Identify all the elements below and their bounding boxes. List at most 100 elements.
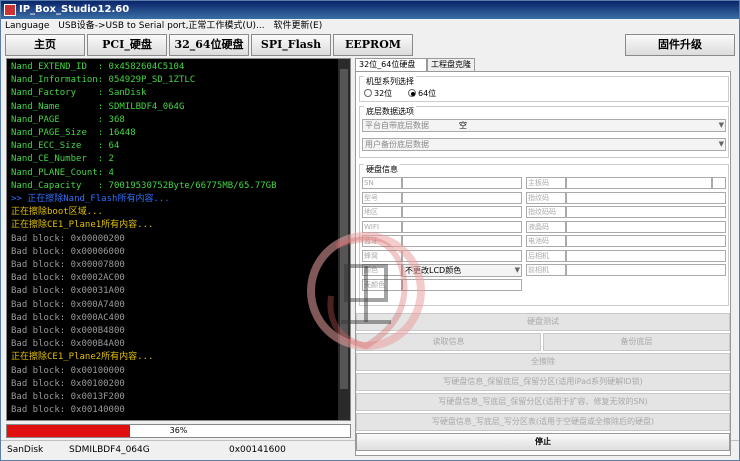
backup-button[interactable]: 备份底层 bbox=[543, 333, 730, 351]
log-line: >> 正在擦除Nand_Flash所有内容... bbox=[11, 194, 170, 205]
platform-data-value: 空 bbox=[459, 121, 467, 130]
disk-field-input[interactable] bbox=[566, 235, 726, 247]
base-data-group: 底层数据选项 平台自带底层数据 空 ▼ 用户备份底层数据 ▼ bbox=[359, 106, 729, 158]
base-data-group-label: 底层数据选项 bbox=[364, 106, 416, 117]
log-line: Nand_PLANE_Count: 4 bbox=[11, 167, 114, 178]
disk-field-input[interactable] bbox=[566, 220, 726, 233]
disk-field-input-extra[interactable] bbox=[712, 177, 726, 189]
user-data-select[interactable]: 用户备份底层数据 ▼ bbox=[362, 138, 726, 151]
chevron-down-icon: ▼ bbox=[718, 121, 724, 129]
disk-32-64-button[interactable]: 32_64位硬盘 bbox=[169, 34, 249, 56]
main-toolbar: 主页 PCI_硬盘 32_64位硬盘 SPI_Flash EEPROM 固件升级 bbox=[5, 34, 735, 56]
menu-software-update[interactable]: 软件更新(E) bbox=[274, 21, 323, 31]
disk-field-label: SN bbox=[362, 177, 402, 189]
status-address: 0x00141600 bbox=[229, 445, 286, 455]
disk-info-group-label: 硬盘信息 bbox=[364, 164, 400, 175]
log-line: Bad block: 0x00031A00 bbox=[11, 286, 125, 297]
log-line: Bad block: 0x00000200 bbox=[11, 233, 125, 244]
log-line: Nand_PAGE : 368 bbox=[11, 114, 125, 125]
disk-field-input[interactable] bbox=[566, 249, 726, 262]
log-line: 正在擦除CE1_Plane1所有内容... bbox=[11, 220, 154, 231]
write-info-keep-base-button[interactable]: 写硬盘信息_保留底层_保留分区(适用iPad系列硬解ID锁) bbox=[356, 373, 730, 391]
app-icon bbox=[4, 4, 16, 16]
menu-language[interactable]: Language bbox=[5, 21, 49, 31]
write-info-write-base-button[interactable]: 写硬盘信息_写底层_保留分区(适用于扩容、修复无效的SN) bbox=[356, 393, 730, 411]
disk-field-label: 主板码 bbox=[526, 177, 566, 189]
pci-disk-button[interactable]: PCI_硬盘 bbox=[87, 34, 167, 56]
title-bar[interactable]: IP_Box_Studio12.60 bbox=[1, 1, 739, 19]
disk-field-label: 型号 bbox=[362, 191, 402, 204]
log-line: Nand_Capacity : 70019530752Byte/66775MB/… bbox=[11, 180, 277, 191]
eeprom-button[interactable]: EEPROM bbox=[333, 34, 413, 56]
platform-data-select[interactable]: 平台自带底层数据 空 ▼ bbox=[362, 119, 726, 132]
tab-disk-tool[interactable]: 32位_64位硬盘工具 bbox=[355, 58, 427, 81]
write-info-partition-button[interactable]: 写硬盘信息_写底层_写分区表(适用于空硬盘或全擦除后的硬盘) bbox=[356, 413, 730, 431]
window-title: IP_Box_Studio12.60 bbox=[19, 4, 130, 15]
disk-field-label: 蓝牙 bbox=[362, 235, 402, 247]
log-line: Bad block: 0x0013F200 bbox=[11, 392, 125, 403]
log-line: Bad block: 0x00007800 bbox=[11, 260, 125, 271]
disk-field-input[interactable] bbox=[566, 264, 726, 276]
radio-64[interactable]: 64位 bbox=[408, 88, 436, 99]
disk-field-label: 地区 bbox=[362, 206, 402, 218]
disk-field-input[interactable] bbox=[566, 177, 712, 189]
log-line: Bad block: 0x000B4800 bbox=[11, 326, 125, 337]
model-group-label: 机型系列选择 bbox=[364, 76, 416, 87]
log-line: Nand_Name : SDMILBDF4_064G bbox=[11, 101, 185, 112]
disk-test-button[interactable]: 硬盘测试 bbox=[356, 313, 730, 331]
status-factory: SanDisk bbox=[7, 445, 44, 455]
log-line: Bad block: 0x00100200 bbox=[11, 378, 125, 389]
console-scrollbar[interactable] bbox=[338, 59, 350, 420]
disk-field-label: 颜色 bbox=[362, 264, 402, 276]
spi-flash-button[interactable]: SPI_Flash bbox=[251, 34, 331, 56]
disk-field-label: 壳颜色 bbox=[362, 278, 402, 291]
stop-button[interactable]: 停止 bbox=[356, 433, 730, 451]
disk-field-input[interactable] bbox=[402, 191, 522, 204]
erase-all-button[interactable]: 全擦除 bbox=[356, 353, 730, 371]
radio-64-label: 64位 bbox=[418, 89, 437, 98]
lcd-color-select[interactable]: 不更改LCD颜色 ▼ bbox=[402, 264, 522, 277]
platform-data-placeholder: 平台自带底层数据 bbox=[365, 121, 429, 130]
log-line: Nand_EXTEND_ID : 0x4582604C5104 bbox=[11, 62, 185, 72]
lcd-color-value: 不更改LCD颜色 bbox=[405, 266, 462, 275]
disk-field-input[interactable] bbox=[402, 249, 522, 262]
radio-32-label: 32位 bbox=[374, 89, 393, 98]
log-line: Bad block: 0x00140000 bbox=[11, 405, 125, 416]
log-console: Nand_EXTEND_ID : 0x4582604C5104 Nand_Info… bbox=[6, 58, 351, 421]
disk-field-label: 前相机 bbox=[526, 264, 566, 276]
tool-panel: 32位_64位硬盘工具 工程盘克隆 机型系列选择 32位 64位 底层数据选项 … bbox=[355, 58, 735, 456]
chevron-down-icon: ▼ bbox=[514, 266, 520, 274]
disk-field-input[interactable] bbox=[566, 191, 726, 204]
log-line: Nand_Factory : SanDisk bbox=[11, 88, 147, 99]
menu-bar: Language USB设备->USB to Serial port,正常工作模… bbox=[1, 19, 739, 33]
status-name: SDMILBDF4_064G bbox=[69, 445, 150, 455]
log-line: Nand_CE_Number : 2 bbox=[11, 154, 114, 165]
log-line: 正在擦除CE1_Plane2所有内容... bbox=[11, 352, 154, 363]
disk-field-label: 蜂窝 bbox=[362, 249, 402, 262]
disk-field-input[interactable] bbox=[402, 235, 522, 247]
disk-field-input[interactable] bbox=[402, 278, 522, 291]
user-data-placeholder: 用户备份底层数据 bbox=[365, 140, 429, 149]
log-line: Bad block: 0x000B4A00 bbox=[11, 339, 125, 350]
radio-32[interactable]: 32位 bbox=[364, 88, 392, 99]
progress-bar: 36% bbox=[6, 424, 351, 438]
log-line: Bad block: 0x0002AC00 bbox=[11, 273, 125, 284]
disk-field-input[interactable] bbox=[402, 220, 522, 233]
scrollbar-thumb[interactable] bbox=[340, 69, 348, 389]
disk-field-input[interactable] bbox=[402, 177, 522, 189]
disk-field-input[interactable] bbox=[402, 206, 522, 218]
disk-field-label: 指纹码码 bbox=[526, 206, 566, 218]
disk-field-label: 后相机 bbox=[526, 249, 566, 262]
log-line: Bad block: 0x00006000 bbox=[11, 246, 125, 257]
log-lines: Nand_EXTEND_ID : 0x4582604C5104 Nand_Info… bbox=[7, 61, 339, 417]
firmware-upgrade-button[interactable]: 固件升级 bbox=[625, 34, 735, 56]
disk-field-input[interactable] bbox=[566, 206, 726, 218]
tab-clone[interactable]: 工程盘克隆 bbox=[427, 58, 475, 71]
log-line: Bad block: 0x000AC400 bbox=[11, 312, 125, 323]
disk-info-group: 硬盘信息 SN 型号 地区 WIFI 蓝牙 蜂窝 颜色 不更改LCD颜色 ▼ 壳颜色 主板码 指纹码… bbox=[359, 164, 729, 306]
read-info-button[interactable]: 读取信息 bbox=[356, 333, 541, 351]
progress-label: 36% bbox=[169, 426, 188, 435]
home-button[interactable]: 主页 bbox=[5, 34, 85, 56]
menu-usb-device[interactable]: USB设备->USB to Serial port,正常工作模式(U)... bbox=[58, 21, 264, 31]
disk-field-label: 液晶码 bbox=[526, 220, 566, 233]
